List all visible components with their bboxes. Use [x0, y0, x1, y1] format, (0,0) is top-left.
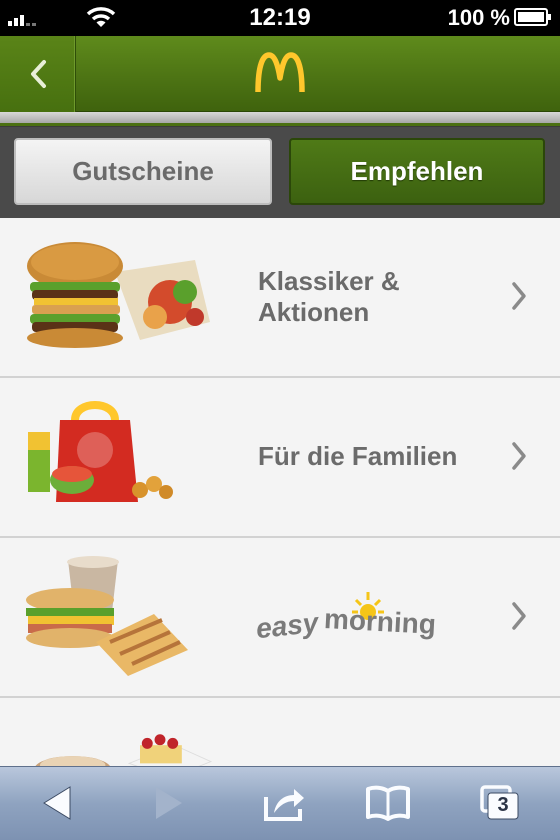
share-icon[interactable] [260, 781, 308, 825]
forward-arrow-icon[interactable] [144, 781, 192, 825]
list-item-easy-morning[interactable]: easy morning [0, 538, 560, 698]
tabs-button[interactable]: 3 [476, 781, 524, 825]
burger-wrap-image [27, 242, 210, 348]
cafe-dessert-image [35, 734, 213, 766]
battery-percentage: 100 % [447, 5, 510, 30]
back-button[interactable] [0, 36, 76, 112]
back-arrow-icon[interactable] [34, 781, 82, 825]
list-item-mccafe[interactable] [0, 698, 560, 766]
tab-gutscheine[interactable]: Gutscheine [14, 138, 272, 205]
easy-morning-logo: easy morning [254, 590, 446, 650]
chevron-right-icon [512, 282, 526, 310]
happy-meal-image [28, 401, 173, 502]
list-item-familien[interactable]: Für die Familien [0, 378, 560, 538]
chevron-left-icon [31, 60, 46, 88]
battery-icon [514, 8, 551, 26]
mcdonalds-logo-icon [255, 52, 305, 93]
bookmarks-icon[interactable] [364, 781, 412, 825]
chevron-right-icon [512, 602, 526, 630]
easy-morning-text-a: easy [254, 606, 320, 645]
item-label-line1: Klassiker & [258, 266, 400, 296]
status-bar: 12:19 100 % [0, 0, 560, 36]
header-divider [0, 112, 560, 126]
breakfast-image [26, 556, 188, 676]
item-label-line2: Aktionen [258, 297, 370, 327]
item-label: Für die Familien [258, 441, 458, 471]
tabs-count: 3 [497, 794, 509, 816]
recommendation-list: Klassiker & Aktionen Für die Familien ea… [0, 218, 560, 766]
chevron-right-icon [512, 442, 526, 470]
browser-toolbar: 3 [0, 766, 560, 840]
segmented-control: Gutscheine Empfehlen [0, 126, 560, 218]
app-header [0, 36, 560, 112]
tab-empfehlen[interactable]: Empfehlen [289, 138, 545, 205]
item-label: Klassiker & Aktionen [258, 266, 400, 328]
list-item-klassiker[interactable]: Klassiker & Aktionen [0, 218, 560, 378]
easy-morning-text-b: morning [323, 603, 437, 640]
